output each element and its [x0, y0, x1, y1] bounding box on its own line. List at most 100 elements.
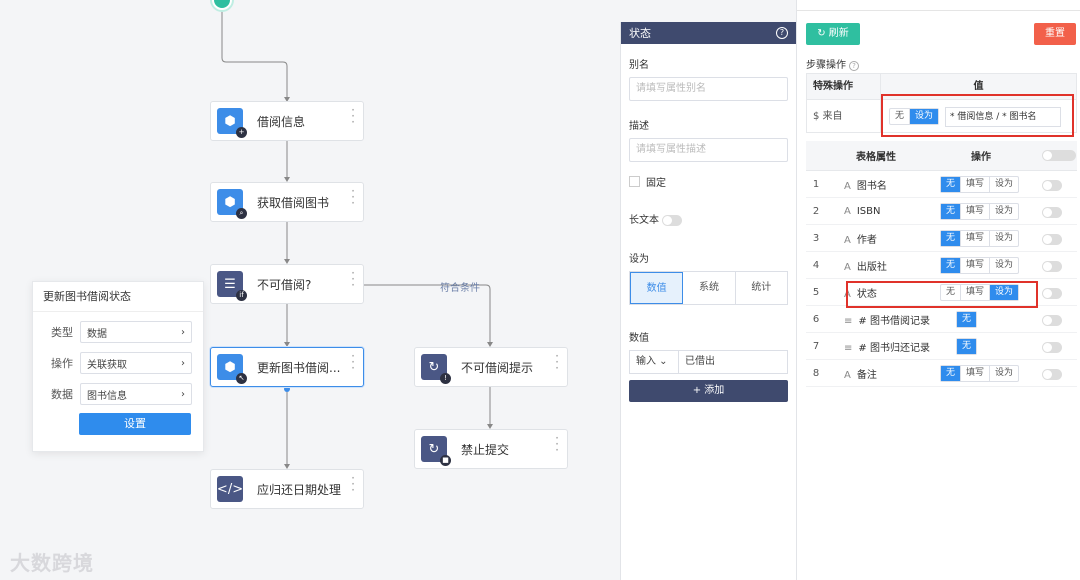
set-as-options: 数值 系统 统计 — [629, 271, 788, 305]
table-row: 1 A 图书名 无填写 设为 — [806, 171, 1077, 198]
set-as-label: 设为 — [629, 254, 649, 265]
row-toggle[interactable] — [1042, 342, 1062, 353]
op-option[interactable]: 填写 — [961, 203, 991, 219]
condition-icon: ☰ if — [217, 271, 247, 301]
set-as-value[interactable]: 数值 — [630, 272, 684, 304]
node-label: 不可借阅? — [257, 277, 312, 292]
field-type-icon: ≡ — [844, 342, 853, 354]
row-toggle[interactable] — [1042, 369, 1062, 380]
alias-label: 别名 — [629, 60, 649, 71]
more-icon[interactable]: · · · — [351, 104, 355, 128]
row-number: 8 — [812, 367, 820, 379]
node-label: 借阅信息 — [257, 114, 306, 129]
op-segment[interactable]: 无填写 设为 — [940, 364, 1020, 382]
op-option[interactable]: 填写 — [961, 257, 991, 273]
op-option[interactable]: 填写 — [961, 176, 991, 192]
more-icon[interactable]: · · · — [351, 185, 355, 209]
cube-icon: ⬢ ↖ — [217, 354, 247, 384]
more-icon[interactable]: · · · — [351, 350, 355, 374]
row-toggle[interactable] — [1042, 207, 1062, 218]
add-button[interactable]: + 添加 — [629, 380, 788, 402]
op-option[interactable]: 无 — [941, 230, 962, 246]
field-type-icon: A — [844, 234, 851, 246]
set-as-stat[interactable]: 统计 — [736, 272, 787, 304]
node-label: 更新图书借阅... — [257, 360, 341, 375]
op-option[interactable]: 无 — [957, 338, 977, 354]
row-toggle[interactable] — [1042, 315, 1062, 326]
field-type-icon: A — [844, 261, 851, 273]
steps-label: 步骤操作? — [806, 56, 859, 71]
node-due-date[interactable]: </> 应归还日期处理 · · · — [210, 469, 364, 509]
popup-set-button[interactable]: 设置 — [79, 413, 191, 435]
node-not-borrow-tip[interactable]: ↻! 不可借阅提示 · · · — [414, 347, 568, 387]
set-as-system[interactable]: 系统 — [683, 272, 736, 304]
op-option[interactable]: 无 — [941, 176, 962, 192]
popup-row-op: 操作 关联获取 › — [33, 352, 203, 374]
value-label: 数值 — [629, 333, 649, 344]
op-option[interactable]: 设为 — [990, 258, 1018, 273]
attr-name: A 出版社 — [844, 261, 887, 273]
op-segment[interactable]: 无填写 设为 — [940, 175, 1020, 193]
attr-name: A 图书名 — [844, 180, 887, 192]
all-toggle[interactable] — [1042, 150, 1076, 161]
field-type-icon: A — [844, 180, 851, 192]
row-toggle[interactable] — [1042, 180, 1062, 191]
data-select[interactable]: 图书信息 › — [80, 383, 192, 405]
long-text-toggle[interactable] — [662, 214, 683, 226]
condition-label: 符合条件 — [440, 283, 480, 294]
table-row: 8 A 备注 无填写 设为 — [806, 360, 1077, 387]
op-segment[interactable]: 无填写 设为 — [940, 256, 1020, 274]
node-not-borrowable[interactable]: ☰ if 不可借阅? · · · — [210, 264, 364, 304]
loop-icon: ↻! — [421, 354, 451, 384]
highlight-box-from — [881, 94, 1074, 137]
op-option[interactable]: 设为 — [990, 204, 1018, 219]
reset-button[interactable]: 重置 — [1034, 23, 1076, 45]
more-icon[interactable]: · · · — [351, 472, 355, 496]
op-option[interactable]: 无 — [941, 257, 962, 273]
op-option[interactable]: 填写 — [961, 230, 991, 246]
op-option[interactable]: 无 — [941, 203, 962, 219]
row-toggle[interactable] — [1042, 234, 1062, 245]
node-get-book[interactable]: ⬢ ⌕ 获取借阅图书 · · · — [210, 182, 364, 222]
operation-select[interactable]: 关联获取 › — [80, 352, 192, 374]
op-segment[interactable]: 无 — [956, 337, 978, 355]
op-option[interactable]: 设为 — [990, 231, 1018, 246]
attr-name: A ISBN — [844, 205, 881, 217]
op-option[interactable]: 设为 — [990, 366, 1018, 381]
more-icon[interactable]: · · · — [555, 350, 559, 374]
op-option[interactable]: 无 — [957, 311, 977, 327]
alias-input[interactable]: 请填写属性别名 — [629, 77, 788, 101]
op-segment[interactable]: 无填写 设为 — [940, 229, 1020, 247]
fixed-checkbox[interactable]: 固定 — [629, 174, 788, 189]
refresh-button[interactable]: ↻ 刷新 — [806, 23, 860, 45]
flow-canvas[interactable]: 符合条件 ⬢ + 借阅信息 · · · ⬢ ⌕ 获取借阅图书 · · · ☰ if 不可借阅?… — [0, 0, 620, 580]
node-forbid-submit[interactable]: ↻ ■ 禁止提交 · · · — [414, 429, 568, 469]
row-number: 3 — [812, 232, 820, 244]
op-option[interactable]: 设为 — [990, 177, 1018, 192]
cube-icon: ⬢ + — [217, 108, 247, 138]
op-option[interactable]: 填写 — [961, 365, 991, 381]
row-toggle[interactable] — [1042, 261, 1062, 272]
more-icon[interactable]: · · · — [555, 432, 559, 456]
node-update-status[interactable]: ⬢ ↖ 更新图书借阅... · · · — [210, 347, 364, 387]
value-input[interactable]: 已借出 — [679, 350, 788, 374]
table-row: 3 A 作者 无填写 设为 — [806, 225, 1077, 252]
table-row: 4 A 出版社 无填写 设为 — [806, 252, 1077, 279]
desc-input[interactable]: 请填写属性描述 — [629, 138, 788, 162]
chevron-right-icon: › — [181, 388, 185, 400]
input-mode-select[interactable]: 输入 ⌄ — [629, 350, 679, 374]
field-type-icon: A — [844, 369, 851, 381]
watermark-logo: 大数跨境 — [10, 551, 94, 575]
more-icon[interactable]: · · · — [351, 267, 355, 291]
op-option[interactable]: 无 — [941, 365, 962, 381]
popup-title: 更新图书借阅状态 — [33, 282, 203, 312]
row-toggle[interactable] — [1042, 288, 1062, 299]
type-select[interactable]: 数据 › — [80, 321, 192, 343]
node-label: 不可借阅提示 — [461, 360, 534, 375]
op-segment[interactable]: 无填写 设为 — [940, 202, 1020, 220]
row-number: 1 — [812, 178, 820, 190]
row-number: 5 — [812, 286, 820, 298]
op-segment[interactable]: 无 — [956, 310, 978, 328]
help-icon[interactable]: ? — [776, 27, 788, 39]
node-borrow-info[interactable]: ⬢ + 借阅信息 · · · — [210, 101, 364, 141]
